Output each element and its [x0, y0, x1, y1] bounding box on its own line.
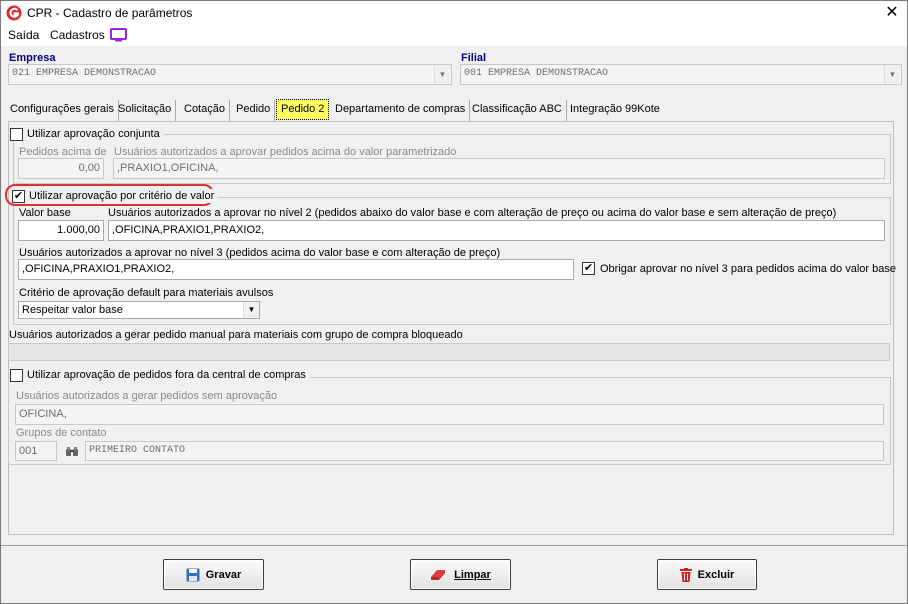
excluir-button[interactable]: Excluir: [657, 559, 757, 590]
valor-base-label: Valor base: [19, 207, 71, 219]
empresa-select[interactable]: 021 EMPRESA DEMONSTRACAO: [8, 64, 452, 85]
aprovacao-criterio-checkbox-row[interactable]: ✔ Utilizar aprovação por critério de val…: [12, 189, 219, 203]
aprovacao-conjunta-checkbox-row[interactable]: Utilizar aprovação conjunta: [10, 127, 164, 141]
obrigar-nivel3-label: Obrigar aprovar no nível 3 para pedidos …: [600, 262, 896, 275]
aprovacao-criterio-label: Utilizar aprovação por critério de valor: [29, 190, 215, 202]
pedido-manual-field[interactable]: [8, 343, 890, 361]
chevron-down-icon[interactable]: ▼: [884, 65, 900, 84]
aprovacao-conjunta-label: Utilizar aprovação conjunta: [27, 128, 160, 140]
menu-bar: [1, 26, 907, 46]
filial-select[interactable]: 001 EMPRESA DEMONSTRACAO: [460, 64, 902, 85]
window-title: CPR - Cadastro de parâmetros: [27, 6, 193, 20]
fora-central-checkbox[interactable]: [10, 368, 23, 382]
grupos-contato-label: Grupos de contato: [16, 427, 107, 439]
gravar-button[interactable]: Gravar: [163, 559, 264, 590]
empresa-label: Empresa: [9, 52, 56, 64]
grupo-name-field: PRIMEIRO CONTATO: [85, 441, 884, 461]
usuarios-aprovar-label: Usuários autorizados a aprovar pedidos a…: [114, 146, 457, 158]
pedidos-acima-label: Pedidos acima de: [19, 146, 107, 158]
menu-item-cadastros[interactable]: Cadastros: [50, 28, 105, 42]
criterio-default-select[interactable]: Respeitar valor base: [18, 301, 260, 319]
save-icon: [186, 568, 200, 582]
criterio-default-label: Critério de aprovação default para mater…: [19, 287, 274, 299]
tab-cotacao[interactable]: Cotação: [180, 100, 230, 121]
tab-solicitacao[interactable]: Solicitação: [114, 100, 177, 121]
monitor-icon[interactable]: [110, 28, 127, 42]
binoculars-icon[interactable]: [65, 446, 79, 457]
limpar-label: Limpar: [454, 568, 491, 581]
nivel2-label: Usuários autorizados a aprovar no nível …: [108, 207, 837, 219]
usuarios-aprovar-field[interactable]: ,PRAXIO1,OFICINA,: [113, 158, 885, 179]
tab-classificacao-abc[interactable]: Classificação ABC: [468, 100, 567, 121]
obrigar-nivel3-row[interactable]: ✔ Obrigar aprovar no nível 3 para pedido…: [582, 262, 896, 275]
fora-central-label: Utilizar aprovação de pedidos fora da ce…: [27, 369, 306, 381]
pedido-manual-label: Usuários autorizados a gerar pedido manu…: [9, 329, 463, 341]
close-button[interactable]: ✕: [882, 3, 902, 23]
tab-configuracoes-gerais[interactable]: Configurações gerais: [6, 100, 119, 121]
chevron-down-icon[interactable]: ▼: [434, 65, 450, 84]
excluir-label: Excluir: [697, 568, 735, 581]
gravar-label: Gravar: [205, 568, 242, 581]
chevron-down-icon[interactable]: ▼: [243, 302, 259, 318]
trash-icon: [679, 567, 692, 582]
app-logo-icon: [6, 5, 22, 21]
limpar-button[interactable]: Limpar: [410, 559, 511, 590]
valor-base-field[interactable]: 1.000,00: [18, 220, 104, 241]
usuarios-sem-aprovacao-label: Usuários autorizados a gerar pedidos sem…: [16, 390, 278, 402]
nivel3-field[interactable]: ,OFICINA,PRAXIO1,PRAXIO2,: [18, 259, 574, 280]
tab-departamento-compras[interactable]: Departamento de compras: [331, 100, 471, 121]
menu-item-saida[interactable]: Saída: [8, 28, 39, 42]
tab-pedido-2[interactable]: Pedido 2: [276, 99, 330, 120]
tab-integracao-99kote[interactable]: Integração 99Kote: [566, 100, 664, 121]
nivel3-label: Usuários autorizados a aprovar no nível …: [19, 247, 501, 259]
pedidos-acima-field[interactable]: 0,00: [18, 158, 104, 179]
tab-pedido[interactable]: Pedido: [232, 100, 276, 121]
aprovacao-conjunta-checkbox[interactable]: [10, 127, 23, 141]
grupo-code-field[interactable]: 001: [15, 441, 57, 461]
filial-label: Filial: [461, 52, 487, 64]
obrigar-nivel3-checkbox[interactable]: ✔: [582, 262, 595, 275]
eraser-icon: [430, 568, 448, 582]
usuarios-sem-aprovacao-field[interactable]: OFICINA,: [15, 404, 884, 425]
nivel2-field[interactable]: ,OFICINA,PRAXIO1,PRAXIO2,: [108, 220, 885, 241]
fora-central-checkbox-row[interactable]: Utilizar aprovação de pedidos fora da ce…: [10, 368, 310, 382]
aprovacao-criterio-checkbox[interactable]: ✔: [12, 189, 25, 203]
